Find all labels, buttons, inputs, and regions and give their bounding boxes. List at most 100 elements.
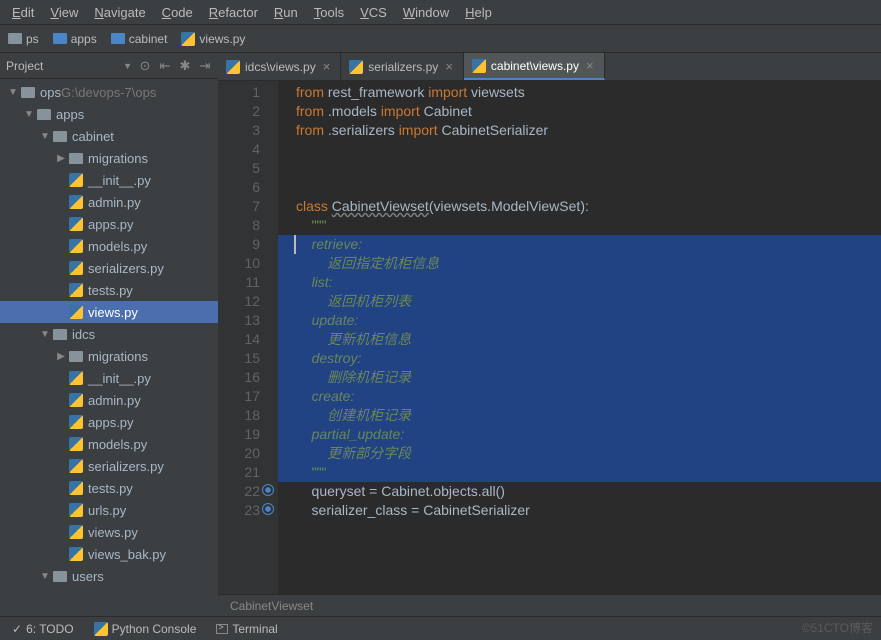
tree-node[interactable]: ▼cabinet bbox=[0, 125, 218, 147]
code-line[interactable]: class CabinetViewset(viewsets.ModelViewS… bbox=[296, 197, 881, 216]
tree-node[interactable]: ▼ apps bbox=[0, 103, 218, 125]
expand-arrow[interactable]: ▼ bbox=[6, 87, 20, 98]
python-file-icon bbox=[472, 59, 486, 73]
tree-node[interactable]: ▼users bbox=[0, 565, 218, 587]
code-line[interactable]: queryset = Cabinet.objects.all() bbox=[296, 482, 881, 501]
editor-tab[interactable]: cabinet\views.py× bbox=[464, 53, 605, 80]
menu-navigate[interactable]: Navigate bbox=[86, 2, 153, 23]
expand-arrow[interactable]: ▼ bbox=[38, 131, 52, 142]
tree-node[interactable]: views.py bbox=[0, 301, 218, 323]
tree-node[interactable]: ▶migrations bbox=[0, 147, 218, 169]
collapse-icon[interactable]: ⇤ bbox=[158, 59, 172, 73]
tree-path: G:\devops-7\ops bbox=[61, 85, 156, 100]
code-line[interactable]: 删除机柜记录 bbox=[278, 368, 881, 387]
status-bar: ✓6: TODO Python ConsoleTerminal bbox=[0, 616, 881, 640]
code-line[interactable] bbox=[296, 159, 881, 178]
tree-node[interactable]: __init__.py bbox=[0, 169, 218, 191]
tree-node[interactable]: apps.py bbox=[0, 411, 218, 433]
status-python-console[interactable]: Python Console bbox=[86, 622, 205, 636]
folder-icon bbox=[53, 131, 67, 142]
tree-node[interactable]: serializers.py bbox=[0, 455, 218, 477]
line-number: 17 bbox=[218, 387, 260, 406]
editor-breadcrumb[interactable]: CabinetViewset bbox=[218, 594, 881, 616]
code-content[interactable]: from rest_framework import viewsetsfrom … bbox=[278, 81, 881, 594]
code-line[interactable]: 更新机柜信息 bbox=[278, 330, 881, 349]
code-line[interactable]: 更新部分字段 bbox=[278, 444, 881, 463]
status-label: 6: TODO bbox=[26, 622, 74, 636]
tree-node[interactable]: views_bak.py bbox=[0, 543, 218, 565]
status-terminal[interactable]: Terminal bbox=[208, 622, 285, 636]
code-line[interactable]: from rest_framework import viewsets bbox=[296, 83, 881, 102]
menu-code[interactable]: Code bbox=[154, 2, 201, 23]
tree-label: apps bbox=[56, 107, 84, 122]
tree-node[interactable]: ▼idcs bbox=[0, 323, 218, 345]
tree-node[interactable]: models.py bbox=[0, 235, 218, 257]
menu-view[interactable]: View bbox=[42, 2, 86, 23]
code-line[interactable]: update: bbox=[278, 311, 881, 330]
menu-run[interactable]: Run bbox=[266, 2, 306, 23]
project-tree[interactable]: ▼ops G:\devops-7\ops▼apps▼cabinet▶migrat… bbox=[0, 79, 218, 616]
editor-tab[interactable]: serializers.py× bbox=[341, 53, 464, 80]
code-line[interactable]: 返回指定机柜信息 bbox=[278, 254, 881, 273]
code-line[interactable]: serializer_class = CabinetSerializer bbox=[296, 501, 881, 520]
code-line[interactable]: """ bbox=[296, 216, 881, 235]
tree-node[interactable]: models.py bbox=[0, 433, 218, 455]
tree-node[interactable]: views.py bbox=[0, 521, 218, 543]
menu-window[interactable]: Window bbox=[395, 2, 457, 23]
breadcrumb-item[interactable]: views.py bbox=[177, 32, 249, 46]
tree-node[interactable]: serializers.py bbox=[0, 257, 218, 279]
project-view-dropdown[interactable]: ▼ bbox=[117, 61, 138, 71]
breadcrumb-item[interactable]: cabinet bbox=[107, 32, 172, 46]
tree-node[interactable]: tests.py bbox=[0, 477, 218, 499]
hide-icon[interactable]: ⇥ bbox=[198, 59, 212, 73]
code-editor[interactable]: 1234567891011121314151617181920212223 fr… bbox=[218, 81, 881, 594]
expand-arrow[interactable]: ▼ bbox=[38, 329, 52, 340]
code-line[interactable]: list: bbox=[278, 273, 881, 292]
menu-help[interactable]: Help bbox=[457, 2, 500, 23]
close-icon[interactable]: × bbox=[443, 59, 455, 74]
menu-edit[interactable]: Edit bbox=[4, 2, 42, 23]
breadcrumb-item[interactable]: apps bbox=[49, 32, 101, 46]
status--todo[interactable]: ✓6: TODO bbox=[4, 622, 82, 636]
code-line[interactable]: from .serializers import CabinetSerializ… bbox=[296, 121, 881, 140]
tree-node[interactable]: ▼ops G:\devops-7\ops bbox=[0, 81, 218, 103]
menu-vcs[interactable]: VCS bbox=[352, 2, 395, 23]
tree-node[interactable]: ▶ migrations bbox=[0, 345, 218, 367]
expand-arrow[interactable]: ▼ bbox=[38, 571, 52, 582]
code-line[interactable]: from .models import Cabinet bbox=[296, 102, 881, 121]
expand-arrow[interactable]: ▼ bbox=[22, 109, 36, 120]
code-line[interactable]: create: bbox=[278, 387, 881, 406]
override-icon[interactable] bbox=[262, 484, 274, 496]
close-icon[interactable]: × bbox=[584, 58, 596, 73]
editor-tab[interactable]: idcs\views.py× bbox=[218, 53, 341, 80]
menu-refactor[interactable]: Refactor bbox=[201, 2, 266, 23]
settings-icon[interactable]: ✱ bbox=[178, 59, 192, 73]
code-line[interactable]: retrieve: bbox=[278, 235, 881, 254]
code-line[interactable]: partial_update: bbox=[278, 425, 881, 444]
python-file-icon bbox=[69, 283, 83, 297]
code-line[interactable]: 创建机柜记录 bbox=[278, 406, 881, 425]
code-line[interactable]: """ bbox=[278, 463, 881, 482]
tree-node[interactable]: tests.py bbox=[0, 279, 218, 301]
python-icon bbox=[94, 622, 108, 636]
code-line[interactable] bbox=[296, 178, 881, 197]
tree-node[interactable]: admin.py bbox=[0, 389, 218, 411]
folder-icon bbox=[37, 109, 51, 120]
tree-node[interactable]: __init__.py bbox=[0, 367, 218, 389]
tree-node[interactable]: admin.py bbox=[0, 191, 218, 213]
python-file-icon bbox=[69, 481, 83, 495]
tree-label: migrations bbox=[88, 349, 148, 364]
tree-node[interactable]: apps.py bbox=[0, 213, 218, 235]
code-line[interactable]: destroy: bbox=[278, 349, 881, 368]
expand-arrow[interactable]: ▶ bbox=[54, 351, 68, 362]
line-number: 19 bbox=[218, 425, 260, 444]
close-icon[interactable]: × bbox=[321, 59, 333, 74]
code-line[interactable]: 返回机柜列表 bbox=[278, 292, 881, 311]
tree-node[interactable]: urls.py bbox=[0, 499, 218, 521]
expand-arrow[interactable]: ▶ bbox=[54, 153, 68, 164]
breadcrumb-item[interactable]: ps bbox=[4, 32, 43, 46]
locate-icon[interactable]: ⊙ bbox=[138, 59, 152, 73]
code-line[interactable] bbox=[296, 140, 881, 159]
override-icon[interactable] bbox=[262, 503, 274, 515]
menu-tools[interactable]: Tools bbox=[306, 2, 352, 23]
